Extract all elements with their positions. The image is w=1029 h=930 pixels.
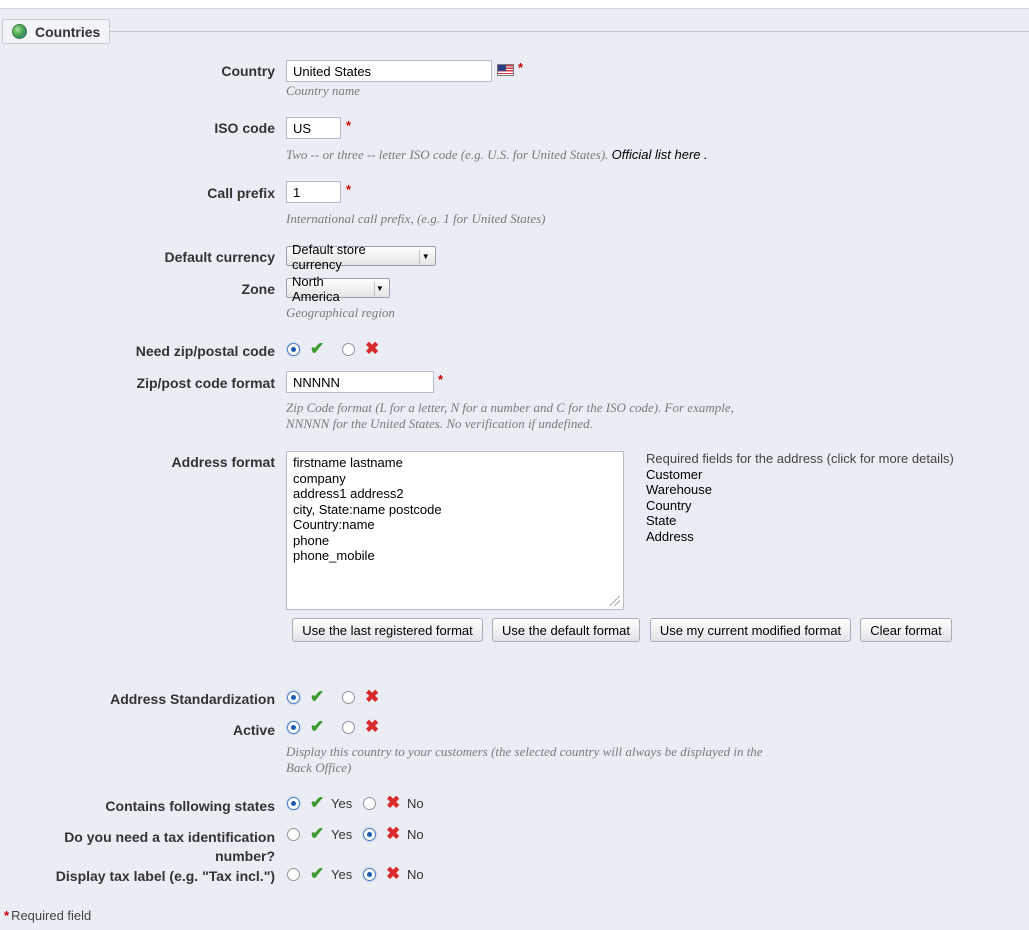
use-current-modified-format-button[interactable]: Use my current modified format (650, 618, 851, 642)
globe-icon (12, 24, 27, 39)
active-hint-1: Display this country to your customers (… (286, 744, 763, 759)
address-line: phone_mobile (293, 548, 375, 563)
cross-icon: ✖ (365, 339, 380, 358)
iso-code-label: ISO code (214, 120, 275, 136)
hint-period: . (700, 147, 708, 162)
required-marker: * (438, 372, 444, 387)
call-prefix-input[interactable] (286, 181, 341, 203)
country-name-input[interactable] (286, 60, 492, 82)
active-hint-2: Back Office) (286, 760, 352, 775)
zip-format-input[interactable] (286, 371, 434, 393)
zone-select[interactable]: North America ▼ (286, 274, 390, 304)
cross-icon: ✖ (386, 793, 401, 812)
check-icon: ✔ (310, 717, 325, 736)
address-line: city, State:name postcode (293, 501, 442, 517)
address-line: company (293, 470, 346, 486)
contains-states-label: Contains following states (105, 798, 275, 814)
address-format-label: Address format (171, 454, 275, 470)
address-line: Country:name (293, 517, 375, 532)
section-legend: Countries (2, 19, 110, 44)
check-icon: ✔ (310, 793, 325, 812)
zip-format-label: Zip/post code format (136, 375, 275, 391)
call-prefix-label: Call prefix (207, 185, 275, 201)
check-icon: ✔ (310, 687, 325, 706)
fieldset-border (110, 31, 1029, 32)
cross-icon: ✖ (365, 717, 380, 736)
iso-code-input[interactable] (286, 117, 341, 139)
clear-format-button[interactable]: Clear format (860, 618, 952, 642)
required-marker: * (518, 60, 524, 75)
required-field-state[interactable]: State (646, 513, 954, 529)
required-field-customer[interactable]: Customer (646, 467, 954, 483)
address-std-yes-radio[interactable] (287, 691, 300, 704)
cross-icon: ✖ (386, 864, 401, 883)
country-hint: Country name (286, 83, 361, 98)
address-std-no-radio[interactable] (342, 691, 355, 704)
iso-code-hint: Two -- or three -- letter ISO code (e.g.… (286, 147, 708, 163)
country-label: Country (221, 63, 275, 79)
tax-id-label: Do you need a tax identification number? (64, 829, 275, 864)
required-field-warehouse[interactable]: Warehouse (646, 482, 954, 498)
official-list-link[interactable]: Official list here (612, 147, 701, 162)
iso-code-hint-text: Two -- or three -- letter ISO code (e.g.… (286, 147, 609, 162)
required-fields-panel: Required fields for the address (click f… (646, 451, 954, 544)
contains-states-no-radio[interactable] (363, 797, 376, 810)
address-line: address1 address2 (293, 486, 404, 501)
tax-id-yes-radio[interactable] (287, 828, 300, 841)
no-label: No (407, 796, 424, 811)
zone-hint: Geographical region (286, 305, 395, 320)
default-currency-select[interactable]: Default store currency ▼ (286, 242, 436, 272)
required-field-country[interactable]: Country (646, 498, 954, 514)
cross-icon: ✖ (365, 687, 380, 706)
zip-format-hint-2: NNNNN for the United States. No verifica… (286, 416, 593, 431)
need-zip-yes-radio[interactable] (287, 343, 300, 356)
no-label: No (407, 867, 424, 882)
zip-format-hint-1: Zip Code format (L for a letter, N for a… (286, 400, 734, 415)
address-format-textarea[interactable]: firstname lastname company address1 addr… (286, 451, 624, 610)
active-no-radio[interactable] (342, 721, 355, 734)
address-standardization-label: Address Standardization (110, 691, 275, 707)
required-marker: * (346, 182, 352, 197)
required-field-footnote: * Required field (4, 908, 91, 923)
yes-label: Yes (331, 827, 353, 842)
yes-label: Yes (331, 796, 353, 811)
tax-label-no-radio[interactable] (363, 868, 376, 881)
address-line: phone (293, 532, 330, 548)
use-last-registered-format-button[interactable]: Use the last registered format (292, 618, 483, 642)
check-icon: ✔ (310, 864, 325, 883)
zone-value: North America (292, 273, 340, 304)
required-marker: * (4, 908, 10, 923)
footnote-text: Required field (11, 908, 92, 923)
yes-label: Yes (331, 867, 353, 882)
address-line: firstname lastname (293, 455, 403, 470)
top-bar (0, 0, 1029, 9)
contains-states-yes-radio[interactable] (287, 797, 300, 810)
call-prefix-hint: International call prefix, (e.g. 1 for U… (286, 211, 546, 226)
check-icon: ✔ (310, 339, 325, 358)
section-title: Countries (35, 23, 101, 40)
required-field-address[interactable]: Address (646, 529, 954, 545)
cross-icon: ✖ (386, 824, 401, 843)
check-icon: ✔ (310, 824, 325, 843)
no-label: No (407, 827, 424, 842)
need-zip-label: Need zip/postal code (135, 343, 275, 359)
required-marker: * (346, 118, 352, 133)
required-fields-title[interactable]: Required fields for the address (click f… (646, 451, 954, 467)
need-zip-no-radio[interactable] (342, 343, 355, 356)
default-currency-value: Default store currency (292, 241, 366, 272)
active-label: Active (232, 722, 275, 738)
us-flag-icon (497, 64, 514, 76)
dropdown-arrow-icon: ▼ (419, 249, 431, 264)
active-yes-radio[interactable] (287, 721, 300, 734)
resize-grip-icon[interactable] (610, 596, 620, 606)
dropdown-arrow-icon: ▼ (373, 281, 385, 296)
default-currency-label: Default currency (164, 249, 275, 265)
zone-label: Zone (241, 281, 275, 297)
tax-label-yes-radio[interactable] (287, 868, 300, 881)
tax-id-no-radio[interactable] (363, 828, 376, 841)
use-default-format-button[interactable]: Use the default format (492, 618, 640, 642)
display-tax-label-label: Display tax label (e.g. "Tax incl.") (55, 868, 275, 884)
